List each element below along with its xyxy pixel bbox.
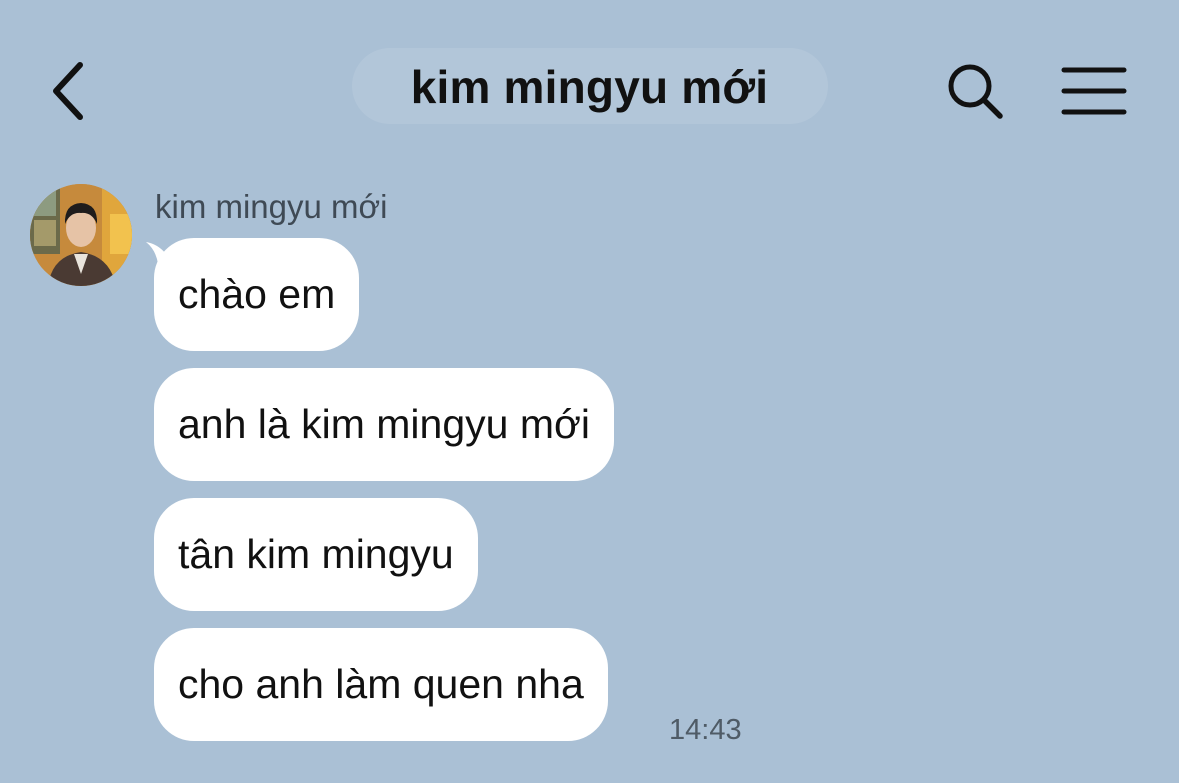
avatar-photo xyxy=(30,184,132,286)
chevron-left-icon xyxy=(53,62,83,120)
title-pill[interactable] xyxy=(352,48,828,124)
avatar[interactable] xyxy=(30,184,132,286)
message-bubble[interactable]: tân kim mingyu xyxy=(154,498,478,611)
search-button[interactable] xyxy=(935,55,1015,127)
menu-button[interactable] xyxy=(1052,55,1136,127)
sender-name: kim mingyu mới xyxy=(155,188,388,225)
hamburger-menu-icon xyxy=(1061,67,1127,115)
message-bubble[interactable]: cho anh làm quen nha xyxy=(154,628,608,741)
search-icon xyxy=(948,64,1003,119)
message-bubble[interactable]: anh là kim mingyu mới xyxy=(154,368,614,481)
message-bubble[interactable]: chào em xyxy=(154,238,360,351)
chat-header: kim mingyu mới xyxy=(0,0,1179,150)
message-timestamp: 14:43 xyxy=(669,714,742,746)
back-button[interactable] xyxy=(38,55,98,127)
